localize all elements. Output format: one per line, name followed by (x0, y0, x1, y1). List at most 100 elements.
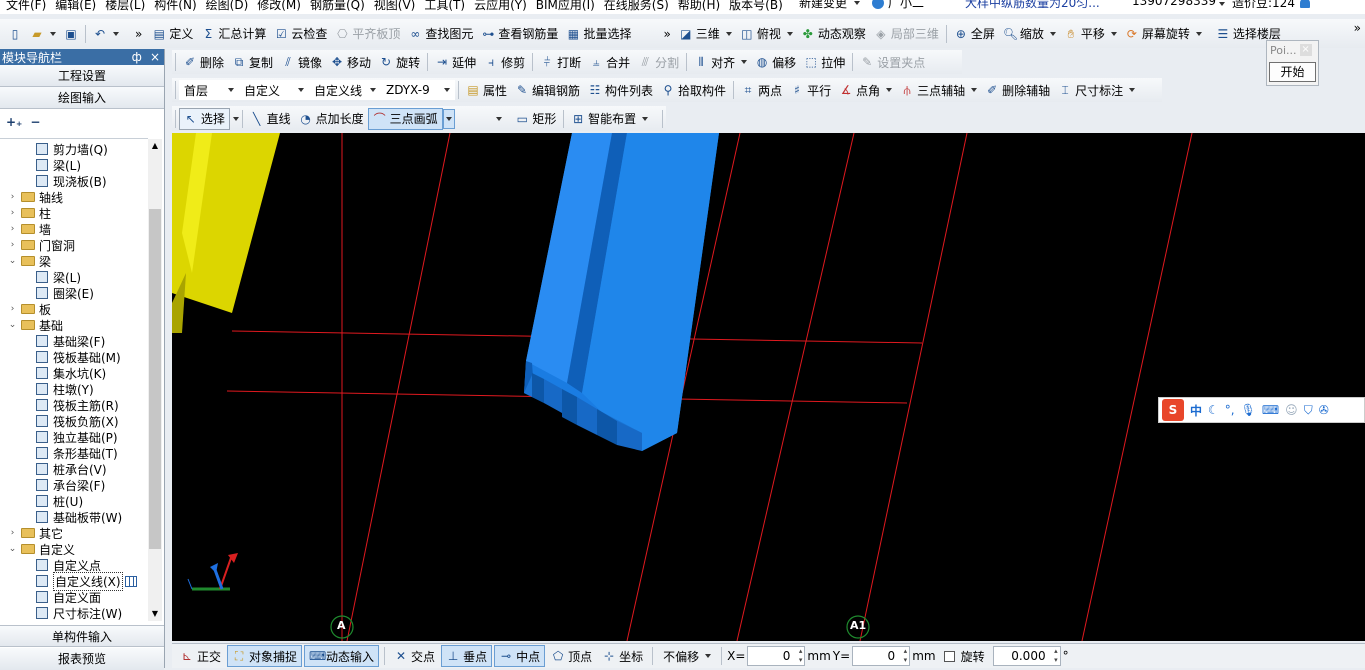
user-name[interactable]: 广小二 (888, 0, 924, 11)
dynamic-view-button[interactable]: ✤ 动态观察 (797, 23, 870, 45)
select-dropdown-icon[interactable] (232, 116, 239, 121)
tree-item[interactable]: 筏板主筋(R) (36, 397, 119, 413)
tree-item[interactable]: 自定义面 (36, 589, 101, 605)
fullscreen-button[interactable]: ⊕ 全屏 (950, 23, 999, 45)
arc-option-select[interactable] (455, 109, 508, 129)
tree-item[interactable]: 梁(L) (36, 157, 81, 173)
tree-item[interactable]: 独立基础(P) (36, 429, 118, 445)
tree-item[interactable]: 尺寸标注(W) (36, 605, 122, 620)
tree-item[interactable]: 桩承台(V) (36, 461, 107, 477)
cloud-check-button[interactable]: ☑ 云检查 (270, 23, 331, 45)
menu-item[interactable]: 云应用(Y) (474, 0, 527, 13)
tree-item[interactable]: 圈梁(E) (36, 285, 94, 301)
rotate-checkbox[interactable] (943, 650, 955, 662)
grid-edit-icon[interactable] (124, 575, 137, 587)
move-button[interactable]: ✥ 移动 (326, 51, 375, 73)
more-button[interactable]: » (131, 23, 146, 45)
undo-button[interactable]: ↶ (89, 23, 123, 45)
collapse-all-icon[interactable]: − (30, 115, 40, 129)
property-button[interactable]: ▤ 属性 (462, 79, 511, 101)
summary-button[interactable]: Σ 汇总计算 (197, 23, 270, 45)
view-rebar-button[interactable]: ⊶ 查看钢筋量 (477, 23, 562, 45)
tree-item[interactable]: ⌄ 自定义 (8, 541, 75, 557)
vertex-snap[interactable]: ⬠ 顶点 (547, 645, 596, 667)
menu-item[interactable]: 绘图(D) (206, 0, 249, 13)
three-point-arc-button[interactable]: ⌒ 三点画弧 (367, 107, 443, 130)
tree-item[interactable]: › 轴线 (8, 189, 63, 205)
extend-button[interactable]: ⇥ 延伸 (431, 51, 480, 73)
tree-item[interactable]: 集水坑(K) (36, 365, 106, 381)
punct-icon[interactable]: °, (1225, 403, 1235, 417)
tree-item[interactable]: › 墙 (8, 221, 51, 237)
close-icon[interactable]: × (150, 50, 160, 64)
set-point-button[interactable]: ✎ 设置夹点 (856, 51, 929, 73)
top-view-button[interactable]: ◫ 俯视 (736, 23, 797, 45)
perpendicular-snap[interactable]: ⊥ 垂点 (441, 645, 493, 667)
tree-item[interactable]: ⌄ 梁 (8, 253, 51, 269)
scroll-up-arrow-icon[interactable]: ▲ (148, 139, 162, 153)
rotate-screen-button[interactable]: ⟳ 屏幕旋转 (1121, 23, 1206, 45)
new-file-button[interactable]: ▯ (4, 23, 26, 45)
overflow-chevron-icon[interactable]: » (1354, 21, 1361, 35)
offset-button[interactable]: ◍ 偏移 (751, 51, 800, 73)
select-button[interactable]: ↖ 选择 (178, 107, 230, 130)
two-point-button[interactable]: ⌗ 两点 (737, 79, 786, 101)
menu-item[interactable]: 楼层(L) (105, 0, 145, 13)
menu-item[interactable]: 构件(N) (154, 0, 196, 13)
report-preview-tab[interactable]: 报表预览 (0, 648, 164, 670)
point-angle-button[interactable]: ∡ 点角 (835, 79, 896, 101)
copy-button[interactable]: ⧉ 复制 (228, 51, 277, 73)
new-change-button[interactable]: 新建变更 (799, 0, 847, 11)
mirror-button[interactable]: ⫽ 镜像 (277, 51, 326, 73)
tree-item[interactable]: › 门窗洞 (8, 237, 75, 253)
notice-link[interactable]: 大样中纵筋数量为20匀... (965, 0, 1100, 11)
align-slab-button[interactable]: ⎔ 平齐板顶 (331, 23, 404, 45)
tree-item[interactable]: 筏板负筋(X) (36, 413, 119, 429)
menu-item[interactable]: 编辑(E) (55, 0, 96, 13)
define-button[interactable]: ▤ 定义 (148, 23, 197, 45)
tree-item[interactable]: › 柱 (8, 205, 51, 221)
bell-icon[interactable] (1300, 0, 1310, 8)
scroll-thumb[interactable] (149, 209, 161, 549)
tree-toggle-icon[interactable]: › (8, 208, 17, 218)
moon-icon[interactable]: ☾ (1208, 403, 1219, 417)
tree-item[interactable]: 条形基础(T) (36, 445, 118, 461)
menu-item[interactable]: 版本号(B) (729, 0, 783, 13)
popup-start-button[interactable]: 开始 (1269, 62, 1316, 82)
ortho-toggle[interactable]: ⊾ 正交 (176, 645, 225, 667)
three-point-aux-button[interactable]: ⫛ 三点辅轴 (896, 79, 981, 101)
mic-icon[interactable]: 🎙︎ (1241, 403, 1256, 417)
menu-item[interactable]: 帮助(H) (678, 0, 720, 13)
keyboard-icon[interactable]: ⌨ (1262, 403, 1279, 417)
expand-all-icon[interactable]: +₊ (6, 115, 22, 129)
tree-toggle-icon[interactable]: › (8, 224, 17, 234)
tree-item[interactable]: 柱墩(Y) (36, 381, 94, 397)
split-button[interactable]: ⫻ 分割 (634, 51, 683, 73)
offset-mode-select[interactable]: 不偏移 (658, 646, 716, 666)
floor-select[interactable]: 首层 (179, 80, 239, 100)
tree-item[interactable]: 筏板基础(M) (36, 349, 121, 365)
open-file-button[interactable]: ▰ (26, 23, 60, 45)
x-input[interactable]: 0 (747, 646, 806, 666)
account-dropdown-icon[interactable] (1219, 2, 1225, 6)
stretch-button[interactable]: ⬚ 拉伸 (800, 51, 849, 73)
tree-item[interactable]: 桩(U) (36, 493, 83, 509)
component-list-button[interactable]: ☷ 构件列表 (584, 79, 657, 101)
popup-close-button[interactable]: × (1299, 44, 1312, 56)
line-button[interactable]: ╲ 直线 (246, 108, 295, 130)
y-input[interactable]: 0 (852, 646, 911, 666)
dynamic-input-toggle[interactable]: ⌨ 动态输入 (304, 645, 380, 667)
tree-toggle-icon[interactable]: › (8, 304, 17, 314)
menu-item[interactable]: 工具(T) (424, 0, 465, 13)
tree-toggle-icon[interactable]: › (8, 528, 17, 538)
batch-select-button[interactable]: ▦ 批量选择 (562, 23, 635, 45)
menu-item[interactable]: 在线服务(S) (604, 0, 669, 13)
pin-icon[interactable]: ф (132, 50, 142, 64)
tree-toggle-icon[interactable]: ⌄ (8, 544, 17, 554)
skin-icon[interactable]: ⛉ (1304, 403, 1313, 418)
arc-mode-dropdown[interactable] (442, 108, 455, 129)
menu-item[interactable]: 视图(V) (374, 0, 416, 13)
user-icon[interactable]: ☺ (1285, 403, 1298, 417)
delete-button[interactable]: ✐ 删除 (179, 51, 228, 73)
single-component-input-tab[interactable]: 单构件输入 (0, 625, 164, 647)
